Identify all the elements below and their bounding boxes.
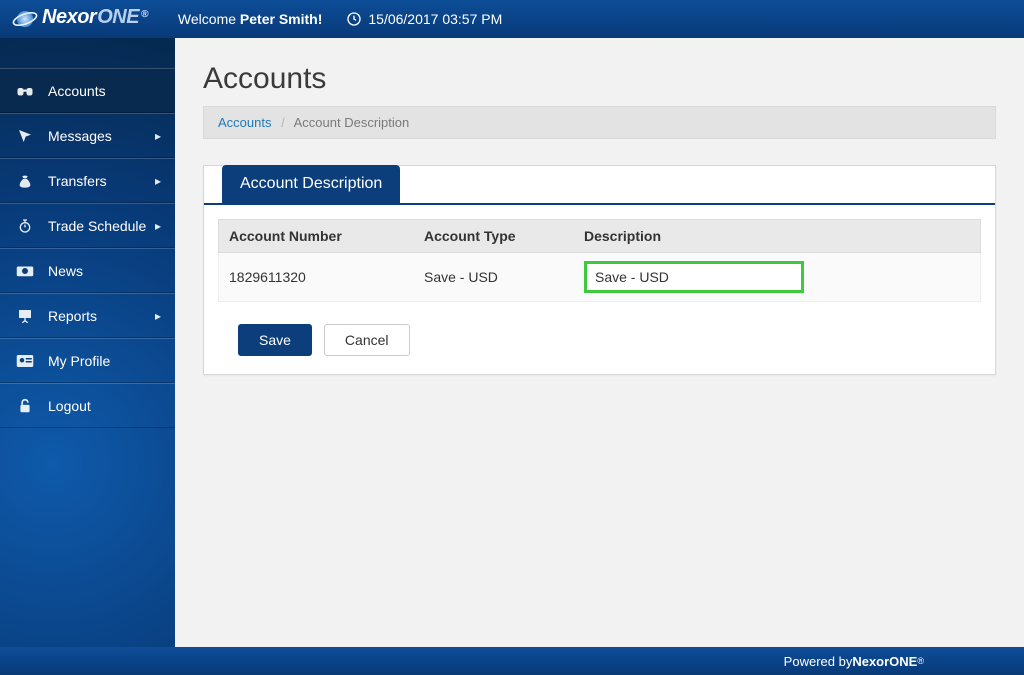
content-area: Accounts Accounts / Account Description … [175, 38, 1024, 647]
tabstrip: Account Description [204, 166, 995, 205]
chevron-right-icon: ▸ [155, 129, 161, 143]
nav-reports[interactable]: Reports ▸ [0, 293, 175, 338]
brand-name-1: Nexor [42, 6, 96, 29]
clock-icon [346, 11, 362, 27]
nav-trade-schedule[interactable]: Trade Schedule ▸ [0, 203, 175, 248]
chevron-right-icon: ▸ [155, 174, 161, 188]
breadcrumb-root[interactable]: Accounts [218, 115, 271, 130]
cell-account-number: 1829611320 [219, 261, 414, 293]
nav-label: Trade Schedule [48, 218, 155, 234]
main-area: Accounts Messages ▸ Transfers ▸ [0, 38, 1024, 647]
col-header-account-number: Account Number [219, 220, 414, 252]
presentation-icon [14, 308, 36, 324]
brand-name-2: ONE [97, 6, 139, 29]
footer: Powered by NexorONE ® [0, 647, 1024, 675]
cursor-icon [14, 128, 36, 144]
datetime-text: 15/06/2017 03:57 PM [368, 11, 502, 27]
col-header-account-type: Account Type [414, 220, 574, 252]
chevron-right-icon: ▸ [155, 309, 161, 323]
cell-account-type: Save - USD [414, 261, 574, 293]
breadcrumb-leaf: Account Description [294, 115, 410, 130]
page-title: Accounts [203, 62, 996, 96]
account-description-panel: Account Description Account Number Accou… [203, 165, 996, 375]
camera-icon [14, 264, 36, 278]
grid-header: Account Number Account Type Description [218, 219, 981, 253]
nav-transfers[interactable]: Transfers ▸ [0, 158, 175, 203]
welcome-user: Peter Smith! [240, 11, 322, 27]
binoculars-icon [14, 82, 36, 100]
nav-label: Logout [48, 398, 161, 414]
nav-label: My Profile [48, 353, 161, 369]
description-input[interactable] [584, 261, 804, 293]
footer-brand: NexorONE [852, 654, 917, 669]
brand-reg: ® [141, 9, 148, 20]
welcome-prefix: Welcome [178, 11, 240, 27]
lock-icon [14, 398, 36, 414]
nav-accounts[interactable]: Accounts [0, 68, 175, 113]
sidebar: Accounts Messages ▸ Transfers ▸ [0, 38, 175, 647]
welcome-text: Welcome Peter Smith! [178, 11, 322, 27]
brand-logo[interactable]: Nexor ONE ® [12, 6, 148, 32]
nav-label: Transfers [48, 173, 155, 189]
nav-label: News [48, 263, 161, 279]
cell-description [574, 253, 980, 301]
nav-label: Reports [48, 308, 155, 324]
nav-list: Accounts Messages ▸ Transfers ▸ [0, 68, 175, 428]
breadcrumb: Accounts / Account Description [203, 106, 996, 139]
nav-messages[interactable]: Messages ▸ [0, 113, 175, 158]
chevron-right-icon: ▸ [155, 219, 161, 233]
save-button[interactable]: Save [238, 324, 312, 356]
table-row: 1829611320 Save - USD [218, 253, 981, 302]
cancel-button[interactable]: Cancel [324, 324, 410, 356]
tab-account-description[interactable]: Account Description [222, 165, 400, 203]
action-bar: Save Cancel [238, 324, 981, 356]
nav-news[interactable]: News [0, 248, 175, 293]
nav-logout[interactable]: Logout [0, 383, 175, 428]
col-header-description: Description [574, 220, 980, 252]
footer-prefix: Powered by [784, 654, 853, 669]
nav-my-profile[interactable]: My Profile [0, 338, 175, 383]
breadcrumb-sep: / [281, 115, 285, 130]
top-bar: Nexor ONE ® Welcome Peter Smith! 15/06/2… [0, 0, 1024, 38]
nav-label: Messages [48, 128, 155, 144]
header-datetime: 15/06/2017 03:57 PM [346, 11, 502, 27]
id-card-icon [14, 354, 36, 368]
accounts-grid: Account Number Account Type Description … [218, 219, 981, 302]
swirl-icon [12, 6, 38, 32]
money-bag-icon [14, 173, 36, 189]
footer-reg: ® [917, 656, 924, 666]
nav-label: Accounts [48, 83, 161, 99]
stopwatch-icon [14, 218, 36, 234]
